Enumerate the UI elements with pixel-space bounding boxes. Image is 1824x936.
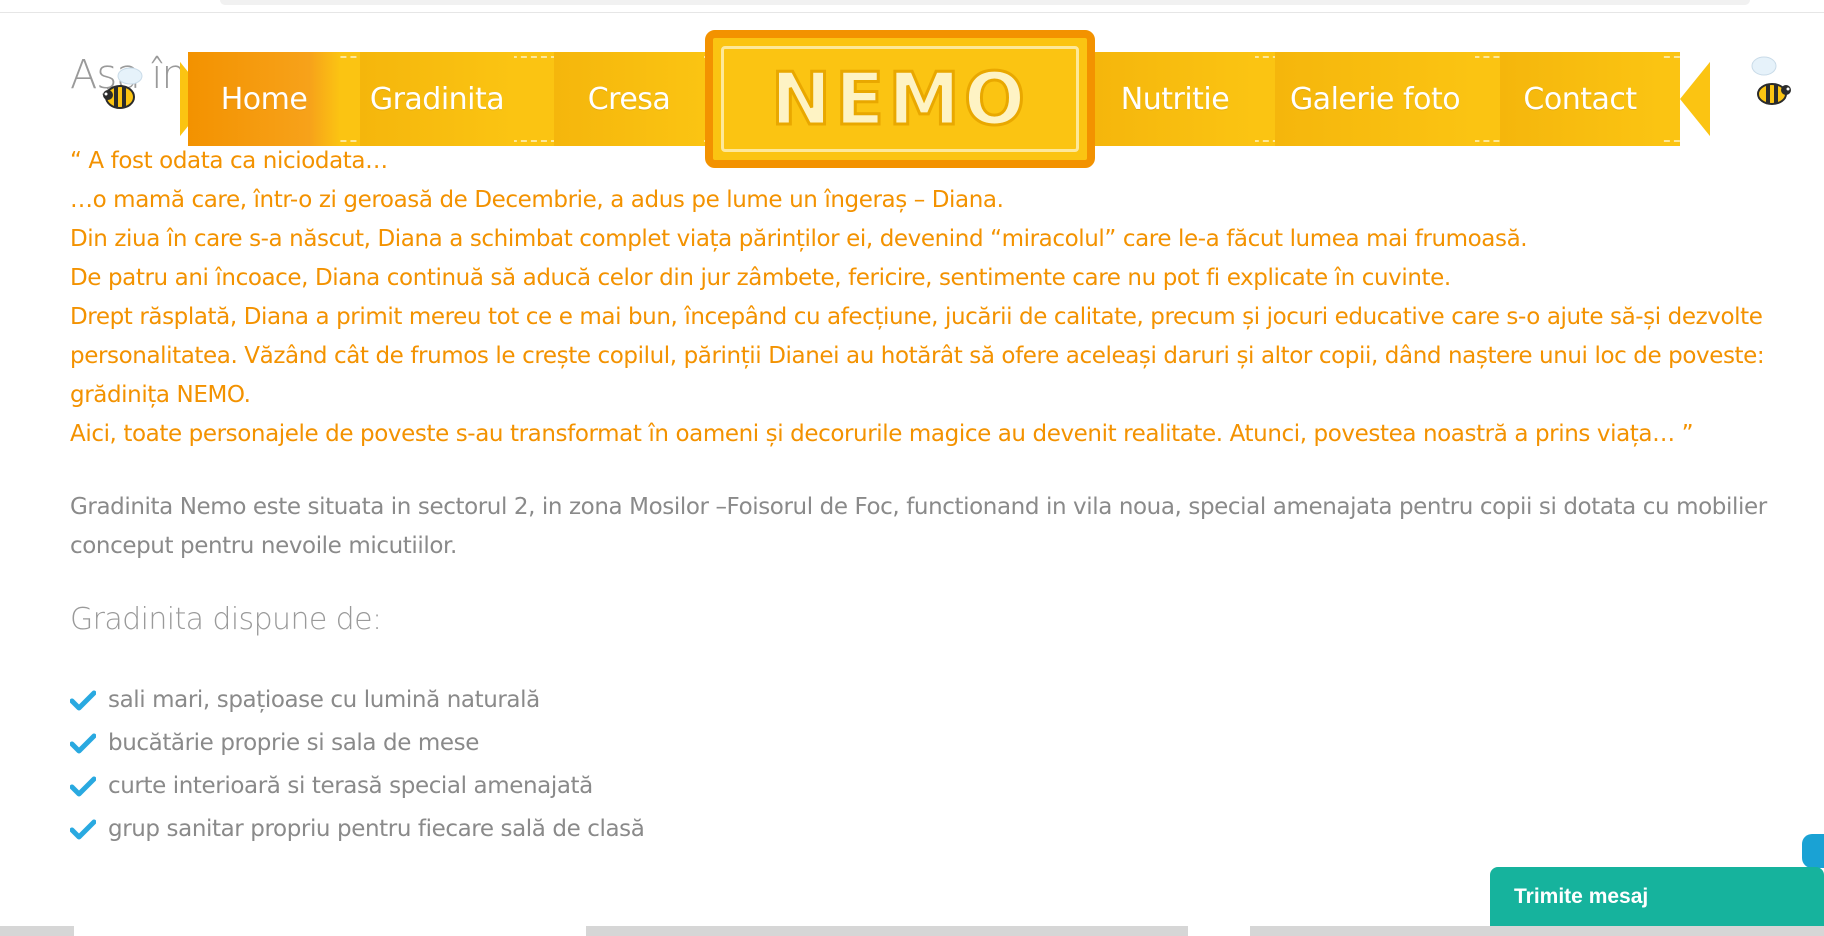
nav-item-cresa[interactable]: Cresa — [554, 52, 704, 146]
story-paragraph: De patru ani încoace, Diana continuă să … — [70, 265, 1451, 291]
nav-item-home[interactable]: Home — [188, 52, 340, 146]
check-icon — [70, 690, 96, 710]
list-item: bucătărie proprie si sala de mese — [70, 721, 644, 764]
description-paragraph: Gradinita Nemo este situata in sectorul … — [70, 494, 1767, 559]
feature-label: bucătărie proprie si sala de mese — [108, 729, 479, 756]
nav-item-gradinita[interactable]: Gradinita — [360, 52, 514, 146]
top-strip-inner — [220, 0, 1750, 5]
nemo-logo[interactable]: NEMO — [705, 30, 1095, 168]
check-icon — [70, 733, 96, 753]
send-message-button[interactable]: Trimite mesaj — [1490, 867, 1824, 927]
story-text: “ A fost odata ca niciodata… …o mamă car… — [70, 142, 1790, 454]
story-paragraph: Aici, toate personajele de poveste s-au … — [70, 421, 1694, 447]
check-icon — [70, 819, 96, 839]
logo-text: NEMO — [769, 56, 1030, 143]
story-paragraph: …o mamă care, într-o zi geroasă de Decem… — [70, 187, 1004, 213]
features-heading: Gradinita dispune de: — [70, 602, 382, 637]
ribbon-right-notch — [1680, 52, 1718, 146]
check-icon — [70, 776, 96, 796]
story-paragraph: Drept răsplată, Diana a primit mereu tot… — [70, 304, 1765, 408]
story-paragraph: Din ziua în care s-a născut, Diana a sch… — [70, 226, 1528, 252]
list-item: sali mari, spațioase cu lumină naturală — [70, 678, 644, 721]
bee-icon — [1751, 56, 1791, 105]
list-item: grup sanitar propriu pentru fiecare sală… — [70, 807, 645, 850]
bee-icon — [103, 67, 143, 109]
logo-inner: NEMO — [721, 46, 1079, 152]
nav-item-contact[interactable]: Contact — [1500, 52, 1660, 146]
bottom-segment — [74, 926, 586, 936]
nav-item-galerie-foto[interactable]: Galerie foto — [1275, 52, 1475, 146]
feature-label: grup sanitar propriu pentru fiecare sală… — [108, 815, 645, 842]
features-list: sali mari, spațioase cu lumină naturală … — [70, 678, 645, 850]
chat-side-tab[interactable] — [1802, 834, 1824, 868]
bottom-scroll-area — [0, 926, 1824, 936]
bottom-segment — [1188, 926, 1250, 936]
list-item: curte interioară si terasă special amena… — [70, 764, 644, 807]
feature-label: curte interioară si terasă special amena… — [108, 772, 593, 799]
feature-label: sali mari, spațioase cu lumină naturală — [108, 686, 540, 713]
browser-top-strip — [0, 0, 1824, 13]
nav-item-nutritie[interactable]: Nutritie — [1095, 52, 1255, 146]
